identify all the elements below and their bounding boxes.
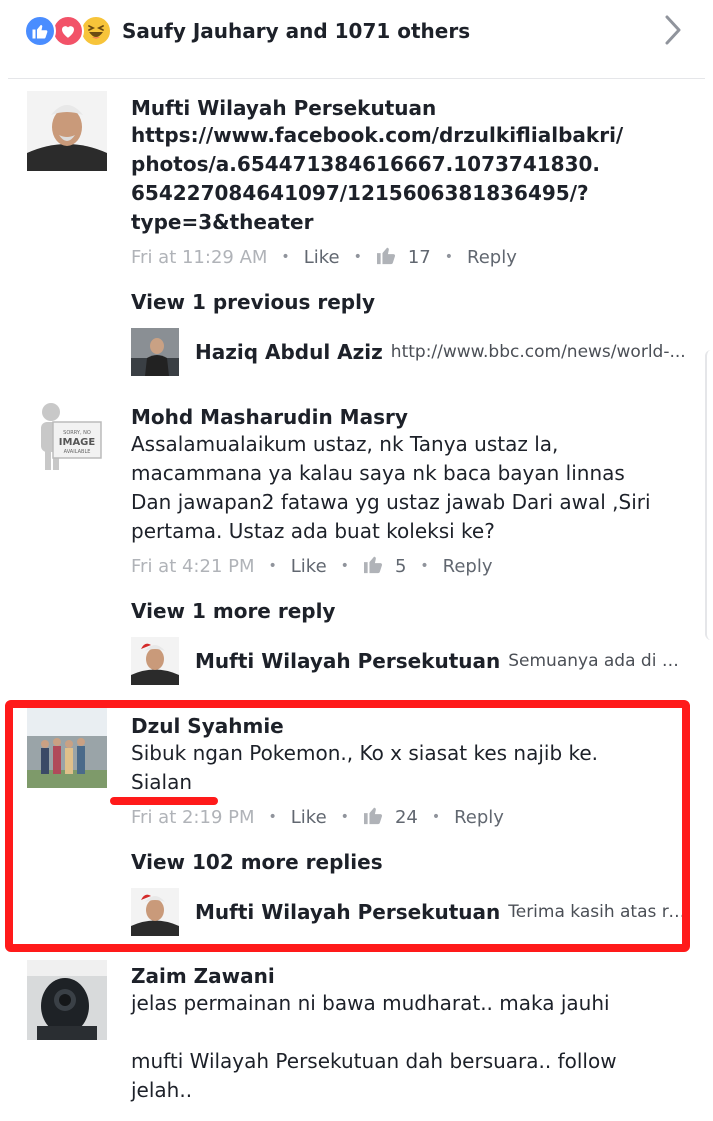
reply-button[interactable]: Reply [467, 247, 517, 268]
reply-preview[interactable]: Haziq Abdul Aziz http://www.bbc.com/news… [131, 328, 691, 376]
chevron-right-icon[interactable] [663, 14, 683, 50]
placeholder-line3: AVAILABLE [64, 449, 91, 455]
like-icon [24, 15, 56, 47]
love-icon [52, 15, 84, 47]
highlight-box [5, 700, 690, 952]
comment-time[interactable]: Fri at 11:29 AM [131, 247, 267, 268]
thumbs-up-icon [363, 554, 385, 579]
comment-author[interactable]: Mohd Masharudin Masry [131, 404, 691, 430]
thumbs-up-icon [376, 245, 398, 270]
reply-author[interactable]: Haziq Abdul Aziz [195, 340, 383, 364]
reaction-icons [24, 15, 112, 47]
like-button[interactable]: Like [291, 556, 327, 577]
reactors-summary[interactable]: Saufy Jauhary and 1071 others [122, 19, 470, 43]
view-replies-link[interactable]: View 1 more reply [131, 599, 335, 623]
reactions-bar[interactable]: Saufy Jauhary and 1071 others [0, 0, 713, 62]
comment-meta: Fri at 4:21 PM • Like • 5 • Reply [131, 554, 493, 579]
scrollbar[interactable] [705, 350, 713, 640]
haha-icon [80, 15, 112, 47]
reply-author[interactable]: Mufti Wilayah Persekutuan [195, 649, 500, 673]
comment-time[interactable]: Fri at 4:21 PM [131, 556, 255, 577]
comment-author[interactable]: Zaim Zawani [131, 963, 691, 989]
placeholder-line1: SORRY, NO [63, 430, 91, 436]
reply-button[interactable]: Reply [443, 556, 493, 577]
avatar[interactable] [131, 637, 179, 685]
comment-text[interactable]: https://www.facebook.com/drzulkiflialbak… [131, 121, 691, 237]
divider [8, 78, 705, 79]
comment-text[interactable]: jelas permainan ni bawa mudharat.. maka … [131, 989, 691, 1105]
comment-meta: Fri at 11:29 AM • Like • 17 • Reply [131, 245, 517, 270]
reply-preview[interactable]: Mufti Wilayah Persekutuan Semuanya ada d… [131, 637, 691, 685]
reply-snippet[interactable]: Semuanya ada di ww... [508, 651, 691, 671]
view-replies-link[interactable]: View 1 previous reply [131, 290, 375, 314]
placeholder-line2: IMAGE [59, 437, 96, 448]
like-button[interactable]: Like [304, 247, 340, 268]
underline-mark [110, 797, 218, 805]
reply-snippet[interactable]: http://www.bbc.com/news/world-... [391, 342, 686, 362]
avatar[interactable] [131, 328, 179, 376]
avatar[interactable] [27, 91, 107, 171]
comment-text[interactable]: Assalamualaikum ustaz, nk Tanya ustaz la… [131, 430, 691, 546]
like-count[interactable]: 17 [408, 247, 431, 268]
comment-author[interactable]: Mufti Wilayah Persekutuan [131, 95, 691, 121]
avatar[interactable]: SORRY, NO IMAGE AVAILABLE [27, 398, 107, 478]
avatar[interactable] [27, 960, 107, 1040]
like-count[interactable]: 5 [395, 556, 406, 577]
